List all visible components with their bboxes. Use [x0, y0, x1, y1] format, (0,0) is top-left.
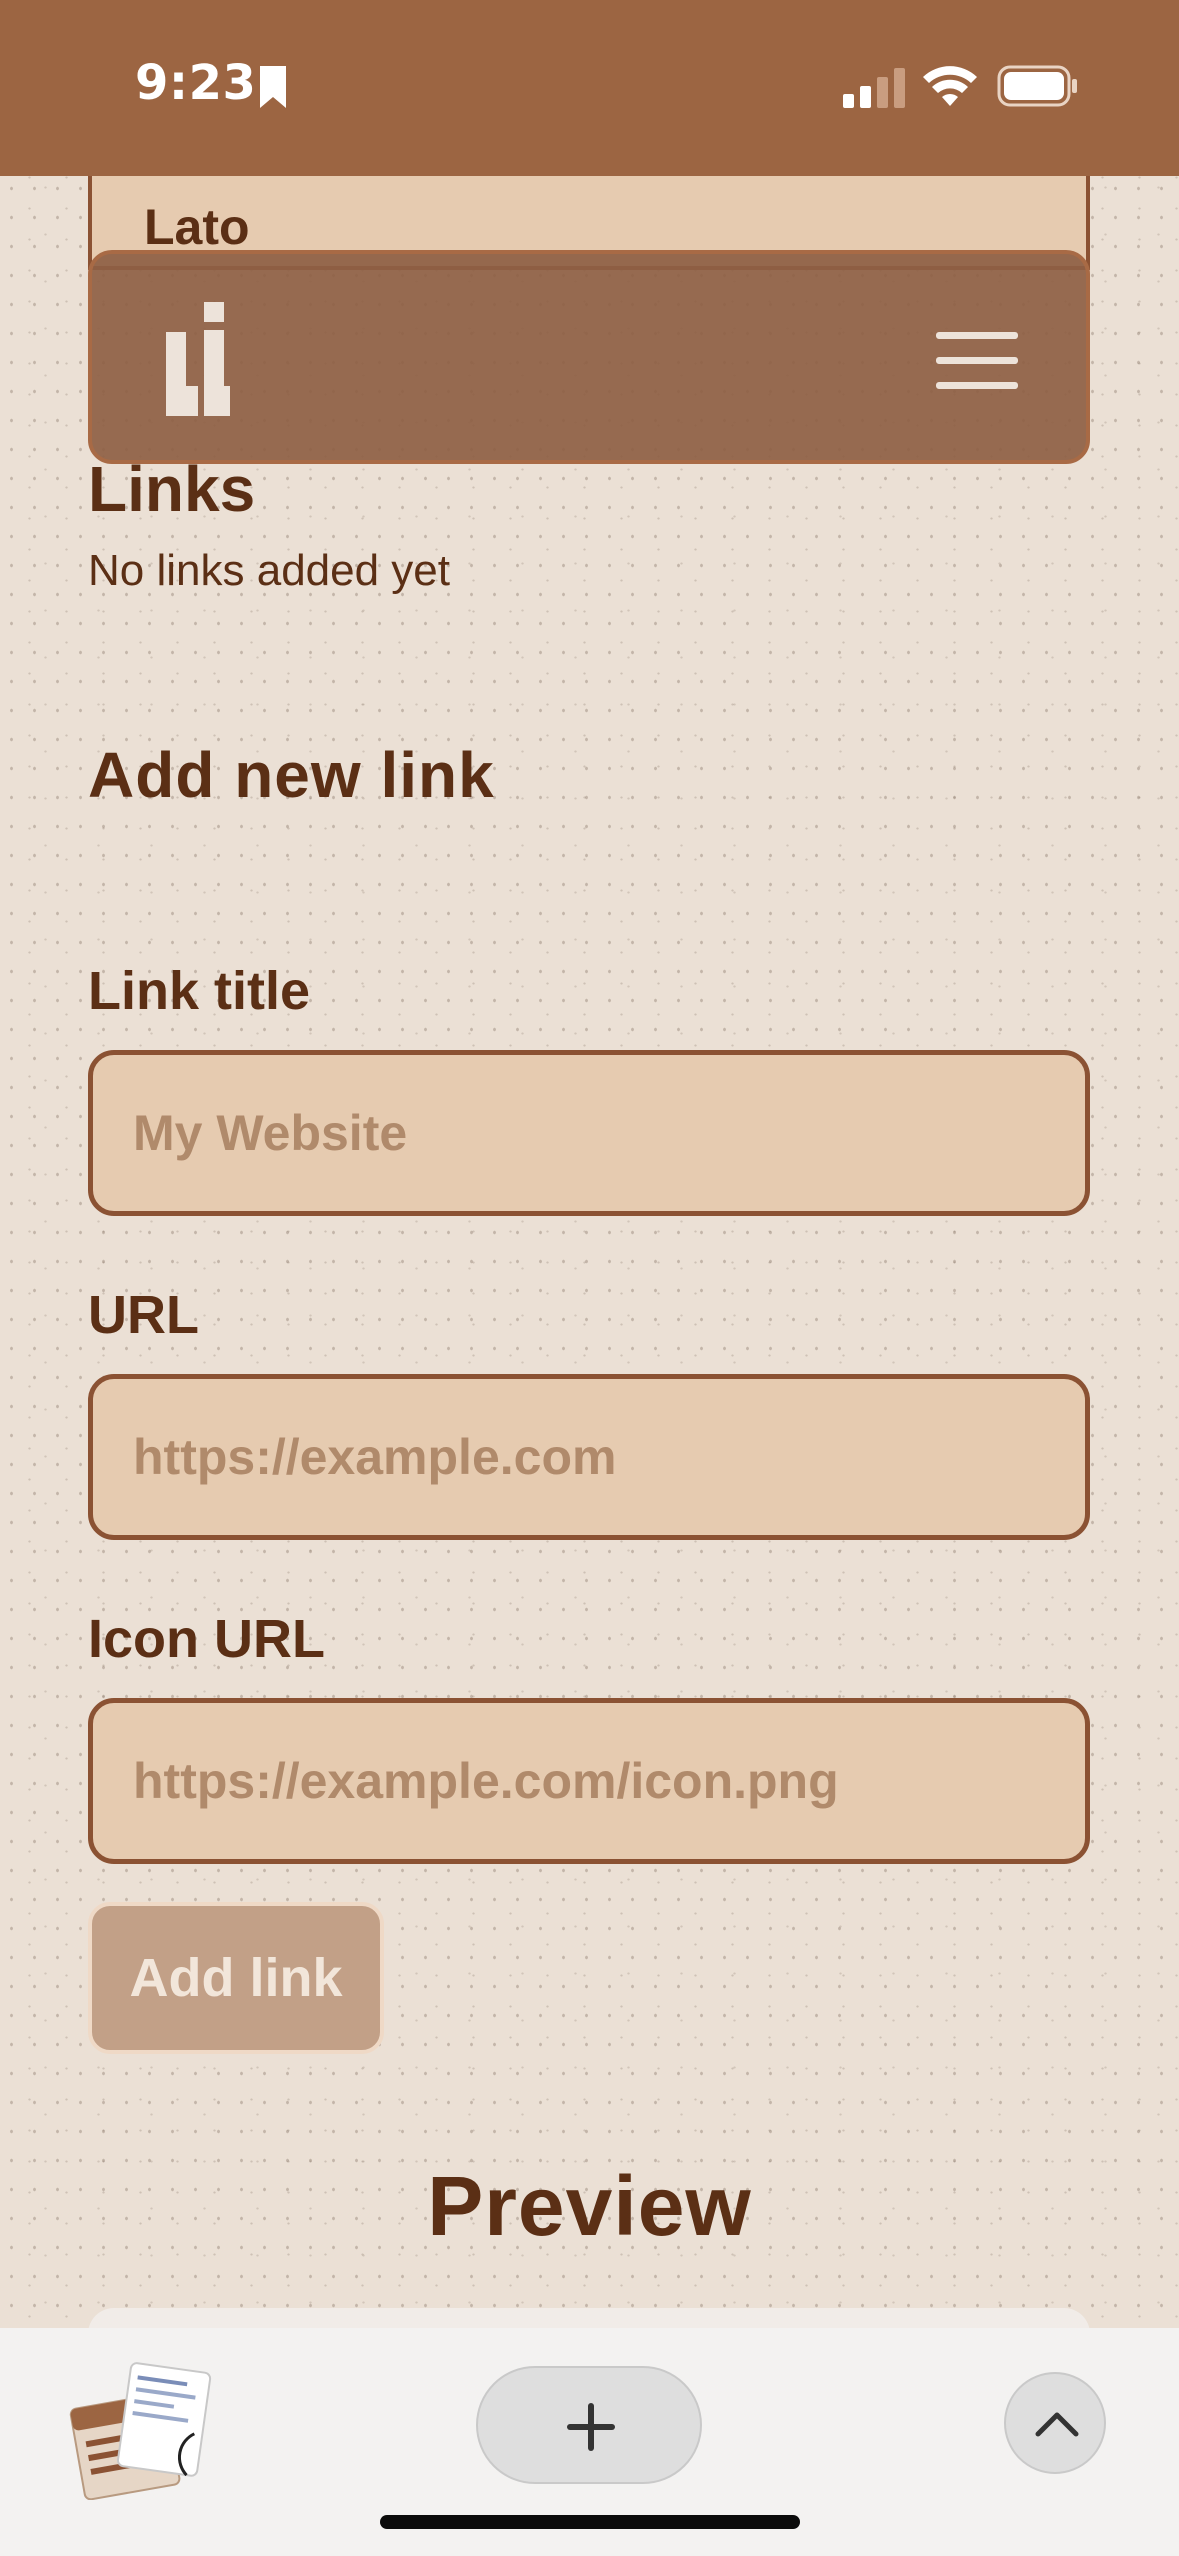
li-logo-icon[interactable] [166, 302, 230, 416]
wifi-icon [923, 66, 977, 106]
plus-icon [567, 2403, 615, 2451]
add-link-heading: Add new link [88, 739, 495, 811]
app-header [88, 250, 1090, 464]
font-select-value: Lato [144, 199, 250, 255]
bookmark-icon [260, 66, 286, 108]
signal-icon [843, 68, 905, 108]
link-title-input[interactable] [88, 1050, 1090, 1216]
scroll-to-top-button[interactable] [1004, 2372, 1106, 2474]
url-input[interactable] [88, 1374, 1090, 1540]
status-bar: 9:23 [0, 0, 1179, 176]
hamburger-menu-icon[interactable] [932, 326, 1022, 396]
chevron-up-icon [1035, 2412, 1079, 2437]
battery-icon [997, 65, 1077, 107]
preview-heading: Preview [427, 2159, 752, 2253]
home-indicator [380, 2515, 800, 2529]
add-link-button[interactable]: Add link [88, 1902, 384, 2054]
tabs-thumbnail[interactable] [68, 2360, 218, 2500]
new-tab-button[interactable] [476, 2366, 702, 2484]
icon-url-input[interactable] [88, 1698, 1090, 1864]
icon-url-label: Icon URL [88, 1609, 325, 1669]
url-label: URL [88, 1285, 199, 1345]
status-time: 9:23 [135, 55, 257, 111]
link-title-label: Link title [88, 961, 311, 1021]
links-empty-text: No links added yet [88, 546, 450, 595]
